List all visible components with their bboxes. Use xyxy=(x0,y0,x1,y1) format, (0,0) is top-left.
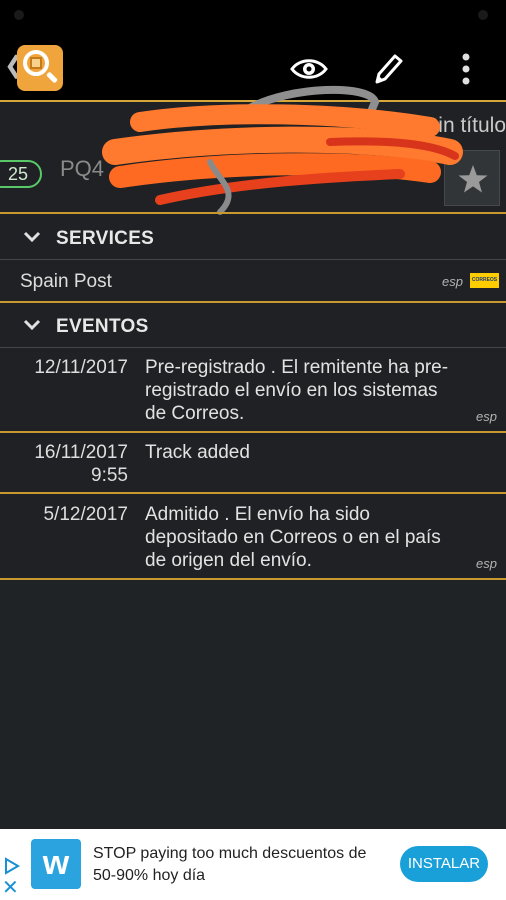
event-row[interactable]: 12/11/2017 Pre-registrado . El remitente… xyxy=(0,356,506,430)
section-divider xyxy=(0,212,506,214)
ad-banner[interactable]: ✕ w STOP paying too much descuentos de 5… xyxy=(0,829,506,900)
service-row[interactable]: Spain Post esp CORREOS xyxy=(0,262,506,300)
correos-logo: CORREOS xyxy=(470,273,499,288)
tracking-count-badge: 25 xyxy=(0,160,42,188)
event-row[interactable]: 16/11/2017 9:55 Track added xyxy=(0,441,506,491)
event-divider xyxy=(0,492,506,494)
service-name: Spain Post xyxy=(20,271,112,292)
event-lang: esp xyxy=(476,556,497,571)
tracking-code: PQ4 xyxy=(60,156,105,181)
divider xyxy=(0,347,506,348)
event-divider xyxy=(0,431,506,433)
section-divider xyxy=(0,301,506,303)
chevron-down-icon xyxy=(23,319,41,331)
event-date: 12/11/2017 xyxy=(34,357,128,378)
event-row[interactable]: 5/12/2017 Admitido . El envío ha sido de… xyxy=(0,503,506,577)
install-button[interactable]: INSTALAR xyxy=(400,846,488,882)
chevron-down-icon xyxy=(23,231,41,243)
status-icon xyxy=(478,10,488,20)
divider xyxy=(0,259,506,260)
service-lang: esp xyxy=(442,274,463,289)
status-icon xyxy=(14,10,24,20)
ad-play-icon[interactable] xyxy=(3,857,21,875)
empty-content-area xyxy=(0,580,506,830)
status-bar xyxy=(0,0,506,34)
event-date: 16/11/2017 9:55 xyxy=(34,442,128,486)
event-lang: esp xyxy=(476,409,497,424)
event-description: Pre-registrado . El remitente ha pre-reg… xyxy=(145,357,449,424)
services-section-header[interactable]: SERVICES xyxy=(0,216,506,260)
event-description: Admitido . El envío ha sido depositado e… xyxy=(145,504,441,571)
ad-logo[interactable]: w xyxy=(31,839,81,889)
app-logo-icon[interactable] xyxy=(17,45,63,91)
close-icon[interactable]: ✕ xyxy=(2,878,19,898)
events-section-header[interactable]: EVENTOS xyxy=(0,304,506,348)
services-label: SERVICES xyxy=(56,228,155,249)
event-description: Track added xyxy=(145,442,250,463)
events-label: EVENTOS xyxy=(56,316,149,337)
event-date: 5/12/2017 xyxy=(43,504,128,525)
ad-text[interactable]: STOP paying too much descuentos de 50-90… xyxy=(93,843,393,887)
